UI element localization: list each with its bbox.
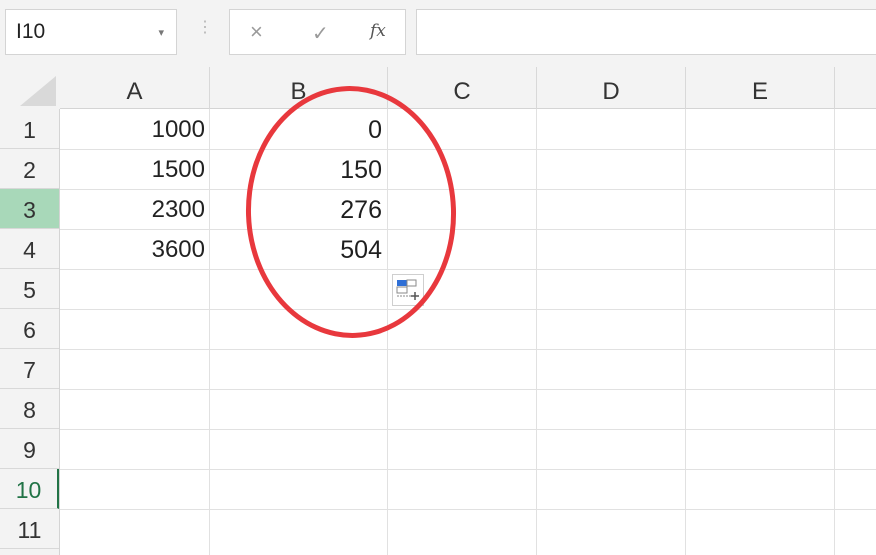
row-header-5[interactable]: 5 bbox=[0, 269, 59, 309]
grid-line bbox=[834, 67, 835, 555]
drag-handle-icon[interactable]: ⋮ bbox=[197, 17, 213, 37]
column-header-b[interactable]: B bbox=[210, 67, 388, 109]
insert-function-icon[interactable]: fx bbox=[370, 21, 386, 41]
cell-b1[interactable]: 0 bbox=[210, 109, 388, 149]
dropdown-arrow-icon[interactable]: ▾ bbox=[158, 26, 164, 39]
column-header-c[interactable]: C bbox=[388, 67, 537, 109]
formula-input[interactable] bbox=[416, 9, 876, 55]
row-header-1[interactable]: 1 bbox=[0, 109, 59, 149]
formula-bar: I10 ▾ ⋮ × ✓ fx bbox=[0, 0, 876, 67]
spreadsheet-grid[interactable]: A B C D E 1 2 3 4 5 6 7 8 9 10 11 1000 1… bbox=[0, 67, 876, 555]
cell-a4[interactable]: 3600 bbox=[60, 229, 210, 269]
grid-line bbox=[0, 469, 876, 470]
row-header-3[interactable]: 3 bbox=[0, 189, 59, 229]
column-header-e[interactable]: E bbox=[686, 67, 835, 109]
row-header-4[interactable]: 4 bbox=[0, 229, 59, 269]
column-headers: A B C D E bbox=[60, 67, 876, 109]
cell-b3[interactable]: 276 bbox=[210, 189, 388, 229]
grid-line bbox=[0, 269, 876, 270]
grid-line bbox=[0, 389, 876, 390]
paste-options-button[interactable] bbox=[392, 274, 424, 306]
row-header-7[interactable]: 7 bbox=[0, 349, 59, 389]
grid-line bbox=[0, 309, 876, 310]
grid-line bbox=[685, 67, 686, 555]
grid-line bbox=[0, 509, 876, 510]
row-header-8[interactable]: 8 bbox=[0, 389, 59, 429]
select-all-button[interactable] bbox=[0, 67, 60, 109]
cell-a1[interactable]: 1000 bbox=[60, 109, 210, 149]
row-header-10[interactable]: 10 bbox=[0, 469, 59, 509]
row-headers: 1 2 3 4 5 6 7 8 9 10 11 bbox=[0, 109, 60, 555]
cancel-icon[interactable]: × bbox=[250, 19, 263, 45]
row-header-11[interactable]: 11 bbox=[0, 509, 59, 549]
grid-line bbox=[0, 429, 876, 430]
formula-controls: × ✓ fx bbox=[229, 9, 406, 55]
name-box[interactable]: I10 ▾ bbox=[5, 9, 177, 55]
enter-icon[interactable]: ✓ bbox=[312, 21, 329, 46]
cell-b4[interactable]: 504 bbox=[210, 229, 388, 269]
select-all-icon bbox=[20, 76, 56, 106]
cell-b2[interactable]: 150 bbox=[210, 149, 388, 189]
cell-a2[interactable]: 1500 bbox=[60, 149, 210, 189]
row-header-6[interactable]: 6 bbox=[0, 309, 59, 349]
grid-line bbox=[536, 67, 537, 555]
paste-options-icon bbox=[396, 279, 419, 300]
row-header-2[interactable]: 2 bbox=[0, 149, 59, 189]
grid-line bbox=[0, 349, 876, 350]
row-header-9[interactable]: 9 bbox=[0, 429, 59, 469]
name-box-value: I10 bbox=[16, 20, 46, 43]
column-header-d[interactable]: D bbox=[537, 67, 686, 109]
column-header-a[interactable]: A bbox=[60, 67, 210, 109]
cell-a3[interactable]: 2300 bbox=[60, 189, 210, 229]
